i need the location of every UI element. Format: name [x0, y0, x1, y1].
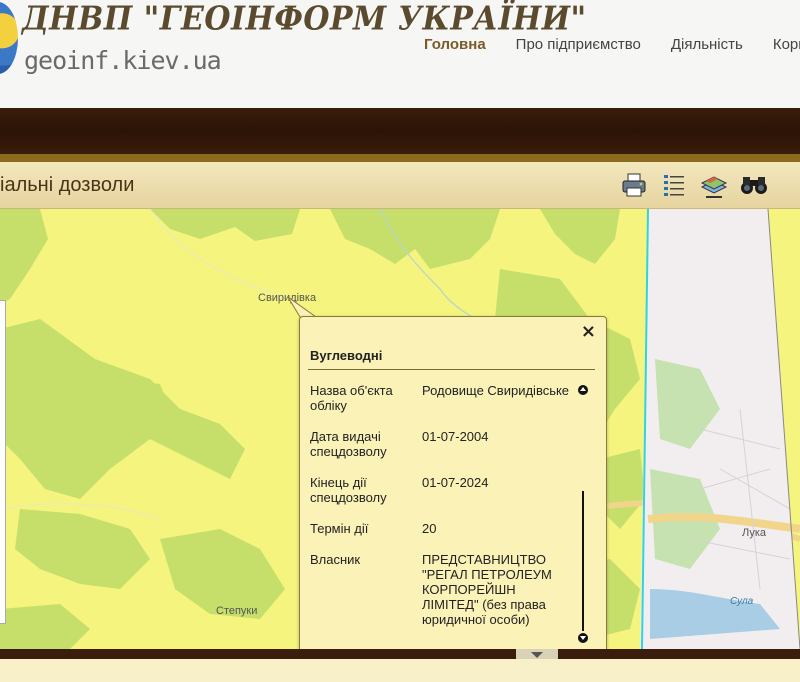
scroll-thumb[interactable] — [582, 491, 584, 631]
list-icon[interactable] — [660, 171, 688, 199]
field-label: Власник — [310, 552, 361, 567]
field-label: Назва об'єкта обліку — [310, 383, 393, 413]
map-label-sula: Сула — [730, 596, 754, 607]
nav-item-about[interactable]: Про підприємство — [516, 36, 641, 53]
scroll-down-icon[interactable] — [578, 633, 588, 643]
popup-divider — [308, 369, 595, 370]
info-row: Термін дії 20 — [310, 521, 572, 536]
site-header: ДНВП "ГЕОІНФОРМ УКРАЇНИ" geoinf.kiev.ua … — [0, 0, 800, 109]
field-value: 01-07-2004 — [422, 429, 489, 444]
binoculars-icon[interactable] — [740, 171, 768, 199]
main-nav: Головна Про підприємство Діяльність Кори — [424, 36, 800, 53]
logo-globe-icon — [0, 2, 18, 74]
map-toolbar: іальні дозволи — [0, 162, 800, 209]
map-label-luka: Лука — [742, 527, 767, 539]
info-row: Кінець дії спецдозволу 01-07-2024 — [310, 475, 572, 505]
info-popup: × Вуглеводні Назва об'єкта обліку Родови… — [299, 316, 607, 658]
popup-content[interactable]: Назва об'єкта обліку Родовище Свиридівсь… — [310, 383, 572, 649]
scroll-up-icon[interactable] — [578, 385, 588, 395]
nav-item-home[interactable]: Головна — [424, 36, 486, 53]
side-panel-edge[interactable] — [0, 300, 6, 624]
logo-url[interactable]: geoinf.kiev.ua — [24, 46, 222, 75]
map-label-stepuky: Степуки — [216, 605, 258, 617]
nav-item-activity[interactable]: Діяльність — [671, 36, 743, 53]
close-button[interactable]: × — [581, 321, 596, 342]
info-row: Назва об'єкта обліку Родовище Свиридівсь… — [310, 383, 572, 413]
field-value: 20 — [422, 521, 437, 536]
gold-divider — [0, 154, 800, 162]
decorative-band — [0, 108, 800, 154]
logo-title[interactable]: ДНВП "ГЕОІНФОРМ УКРАЇНИ" — [22, 0, 587, 39]
popup-scrollbar[interactable] — [577, 383, 589, 645]
footer — [0, 659, 800, 682]
field-label: Термін дії — [310, 521, 369, 536]
info-row: Власник ПРЕДСТАВНИЦТВО "РЕГАЛ ПЕТРОЛЕУМ … — [310, 552, 572, 627]
popup-title: Вуглеводні — [310, 348, 383, 363]
info-row: Дата видачі спецдозволу 01-07-2004 — [310, 429, 572, 459]
field-label: Дата видачі спецдозволу — [310, 429, 387, 459]
printer-icon[interactable] — [620, 171, 648, 199]
page-title: іальні дозволи — [0, 174, 135, 196]
field-value: 01-07-2024 — [422, 475, 489, 490]
field-value: ПРЕДСТАВНИЦТВО "РЕГАЛ ПЕТРОЛЕУМ КОРПОРЕЙ… — [422, 552, 552, 627]
layers-icon[interactable] — [700, 171, 728, 199]
map-bottom-bar — [0, 649, 800, 659]
field-value: Родовище Свиридівське — [422, 383, 570, 398]
field-label: Кінець дії спецдозволу — [310, 475, 387, 505]
nav-item-useful[interactable]: Кори — [773, 36, 800, 53]
